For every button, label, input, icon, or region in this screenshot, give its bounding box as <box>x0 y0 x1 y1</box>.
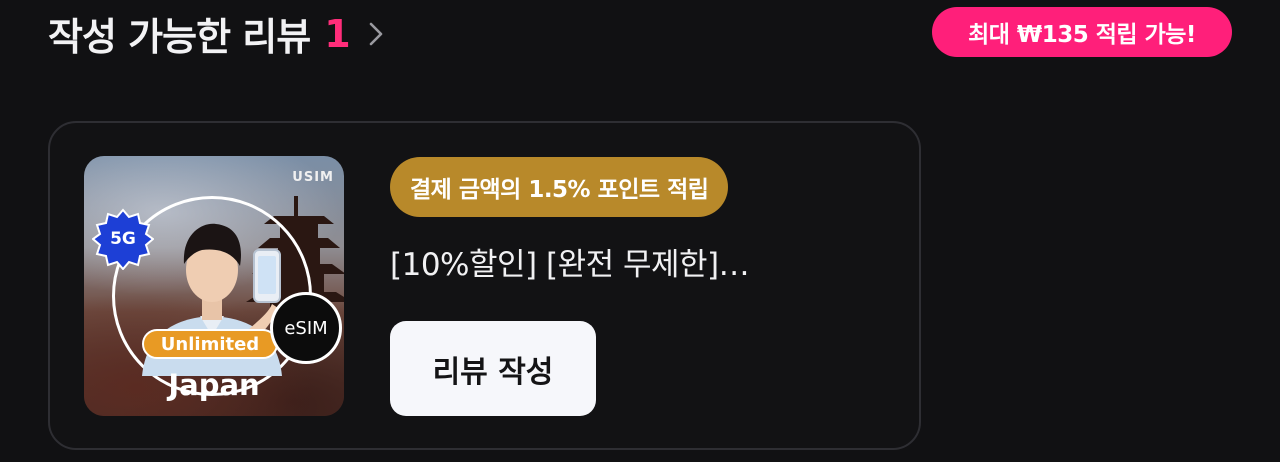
header-title-text: 작성 가능한 리뷰 <box>48 15 311 59</box>
review-count: 1 <box>324 11 350 56</box>
review-card: 5G USIM Unlimited eSIM Japan 결제 금액의 1.5%… <box>48 121 921 450</box>
writable-reviews-header[interactable]: 작성 가능한 리뷰 1 <box>48 6 384 61</box>
network-5g-badge: 5G <box>91 208 155 271</box>
review-page: 작성 가능한 리뷰 1 최대 ₩135 적립 가능! 5G USIM Unlim… <box>0 0 1280 462</box>
product-title[interactable]: [10%할인] [완전 무제한]… <box>390 239 860 284</box>
unlimited-badge: Unlimited <box>142 329 278 359</box>
write-review-button[interactable]: 리뷰 작성 <box>390 321 596 416</box>
point-reward-badge: 결제 금액의 1.5% 포인트 적립 <box>390 157 729 217</box>
esim-badge: eSIM <box>270 292 342 364</box>
product-thumbnail[interactable]: 5G USIM Unlimited eSIM Japan <box>84 156 344 416</box>
country-label: Japan <box>168 368 260 402</box>
brand-logo: USIM <box>292 170 334 185</box>
chevron-right-icon <box>369 22 382 45</box>
network-badge-label: 5G <box>110 229 136 249</box>
max-reward-badge: 최대 ₩135 적립 가능! <box>932 7 1232 57</box>
